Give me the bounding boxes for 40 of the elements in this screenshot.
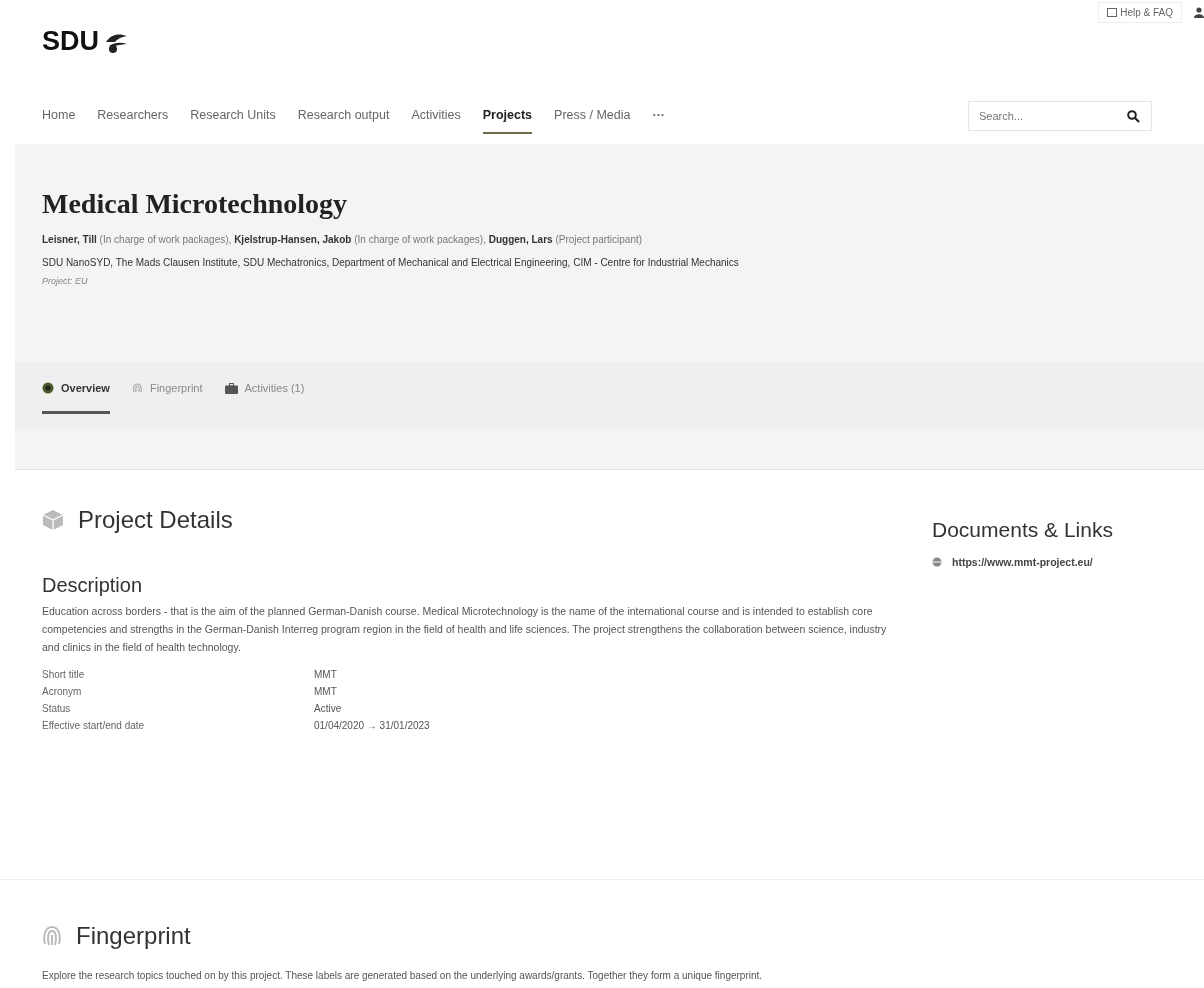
documents-heading: Documents & Links <box>932 518 1113 542</box>
field-label: Short title <box>42 668 86 680</box>
nav-link[interactable]: Researchers <box>97 98 169 134</box>
project-type-text: Project: EU <box>42 276 89 286</box>
description-text: Education across borders - that is the aim of the planned German-Danish course. Medical Microtechnology is the name of the international course and is intended to establish core competencies and strengths in the German-Danish Interreg program region in the field of health and life sciences. The project strengthens the collaboration between science, industry and clinics in the field of health technology. <box>42 604 888 655</box>
search-icon[interactable] <box>1127 110 1140 123</box>
user-icon[interactable] <box>1194 7 1204 18</box>
nav-link[interactable]: Press / Media <box>554 98 631 134</box>
external-link-icon <box>1107 8 1118 17</box>
organisation-units-text: SDU NanoSYD, The Mads Clausen Institute, SDU Mechatronics, Department of Mechanical and Electrical Engineering, CIM - Centre for Industrial Mechanics <box>42 257 740 268</box>
nav-link[interactable]: Activities <box>411 98 461 134</box>
field-value: Active <box>314 702 343 714</box>
description-heading: Description <box>42 574 144 597</box>
more-menu[interactable]: ··· <box>652 98 665 134</box>
section-tab[interactable]: Fingerprint <box>131 378 203 414</box>
section-tab[interactable]: Overview <box>42 378 110 414</box>
fingerprint-description: Explore the research topics touched on by this project. These labels are generated based on the underlying awards/grants. Together they form a unique fingerprint. <box>42 970 764 981</box>
fingerprint-icon <box>131 382 143 394</box>
globe-icon <box>932 557 942 567</box>
field-label: Status <box>42 702 72 714</box>
search-field[interactable]: Search... <box>968 101 1152 131</box>
section-heading: Fingerprint <box>76 922 191 950</box>
document-link[interactable]: https://www.mmt-project.eu/ <box>950 556 1093 568</box>
nav-link[interactable]: Home <box>42 98 76 134</box>
participants-text: Leisner, Till (In charge of work packages), Kjelstrup-Hansen, Jakob (In charge of work packages), Duggen, Lars (Project participant) <box>42 234 644 245</box>
section-tab[interactable]: Activities (1) <box>224 378 305 414</box>
fingerprint-icon <box>42 924 62 948</box>
field-value: MMT <box>314 685 338 697</box>
project-title: Medical Microtechnology <box>42 188 349 220</box>
briefcase-icon <box>224 382 238 394</box>
section-heading: Project Details <box>78 506 233 534</box>
field-value: MMT <box>314 668 338 680</box>
help-link[interactable]: Help & FAQ <box>1098 2 1182 23</box>
nav-link[interactable]: Projects <box>482 98 533 134</box>
nav-link[interactable]: Research Units <box>190 98 276 134</box>
sdu-logo[interactable]: SDU <box>42 26 129 57</box>
field-label: Effective start/end date <box>42 719 146 731</box>
field-label: Acronym <box>42 685 83 697</box>
field-value: 01/04/2020 → 31/01/2023 <box>314 719 431 731</box>
nav-link[interactable]: Research output <box>297 98 390 134</box>
